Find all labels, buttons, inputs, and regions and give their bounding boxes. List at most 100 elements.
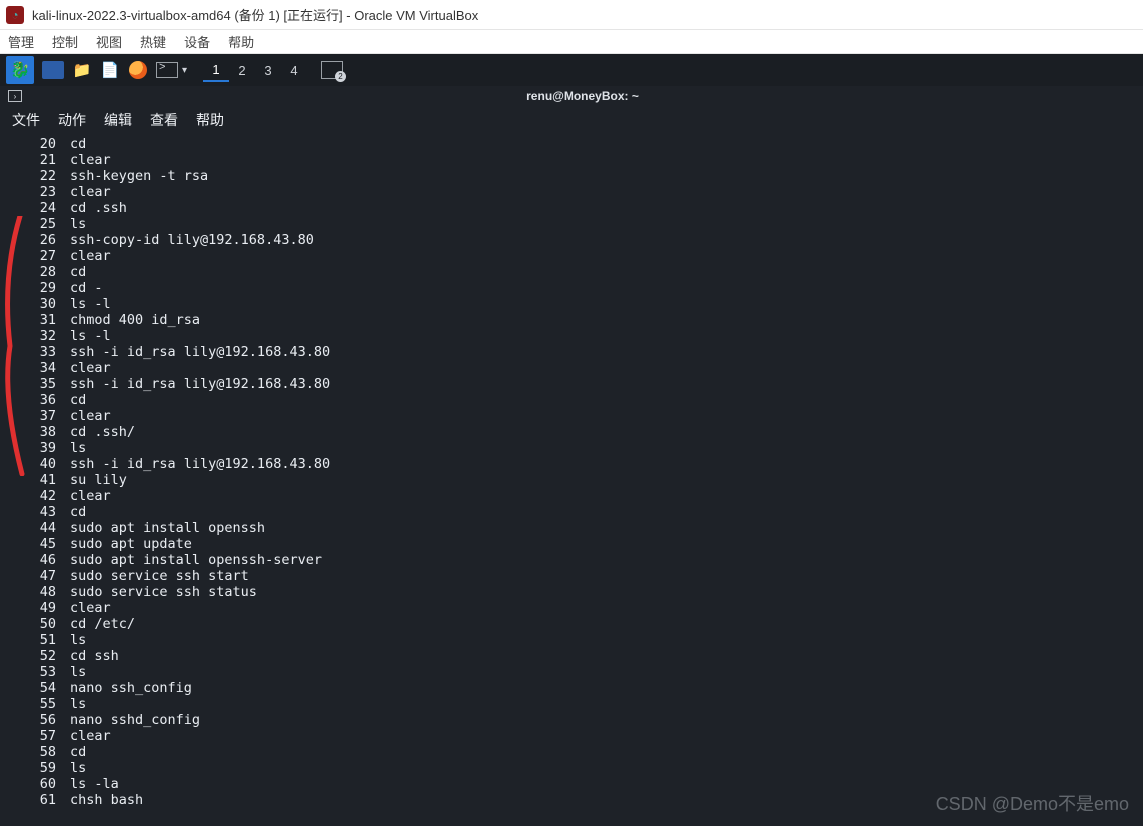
history-command: ls — [70, 664, 86, 680]
history-command: sudo service ssh start — [70, 568, 249, 584]
terminal-menu-edit[interactable]: 编辑 — [104, 110, 132, 130]
history-line-number: 45 — [28, 536, 56, 552]
history-command: sudo apt install openssh-server — [70, 552, 322, 568]
vbox-menu-bar: 管理 控制 视图 热键 设备 帮助 — [0, 30, 1143, 54]
history-line: 61chsh bash — [28, 792, 1143, 808]
terminal-window: › renu@MoneyBox: ~ 文件 动作 编辑 查看 帮助 20cd21… — [0, 86, 1143, 826]
vbox-title-bar: kali-linux-2022.3-virtualbox-amd64 (备份 1… — [0, 0, 1143, 30]
history-command: cd — [70, 504, 86, 520]
vbox-menu-help[interactable]: 帮助 — [228, 32, 254, 51]
history-line-number: 48 — [28, 584, 56, 600]
history-command: ssh-keygen -t rsa — [70, 168, 208, 184]
history-line: 55ls — [28, 696, 1143, 712]
record-badge: 2 — [335, 71, 346, 82]
vbox-menu-devices[interactable]: 设备 — [184, 32, 210, 51]
history-line-number: 49 — [28, 600, 56, 616]
history-line-number: 51 — [28, 632, 56, 648]
kali-menu-icon[interactable]: 🐉 — [6, 56, 34, 84]
history-command: cd .ssh — [70, 200, 127, 216]
history-line: 45 sudo apt update — [28, 536, 1143, 552]
history-command: nano sshd_config — [70, 712, 200, 728]
history-line-number: 57 — [28, 728, 56, 744]
history-line-number: 37 — [28, 408, 56, 424]
history-line-number: 47 — [28, 568, 56, 584]
terminal-menu-help[interactable]: 帮助 — [196, 110, 224, 130]
history-command: ls — [70, 632, 86, 648]
history-line: 29cd - — [28, 280, 1143, 296]
history-line: 49 clear — [28, 600, 1143, 616]
history-line: 60ls -la — [28, 776, 1143, 792]
history-command: ls — [70, 216, 86, 232]
history-line: 34clear — [28, 360, 1143, 376]
vbox-menu-control[interactable]: 控制 — [52, 32, 78, 51]
history-line: 28cd — [28, 264, 1143, 280]
history-line: 39ls — [28, 440, 1143, 456]
show-desktop-icon[interactable] — [42, 61, 64, 79]
file-manager-icon[interactable]: 📁 — [68, 56, 96, 84]
history-command: clear — [70, 184, 111, 200]
history-command: clear — [70, 152, 111, 168]
history-line: 56nano sshd_config — [28, 712, 1143, 728]
terminal-menu-view[interactable]: 查看 — [150, 110, 178, 130]
vbox-menu-view[interactable]: 视图 — [96, 32, 122, 51]
history-line: 36 cd — [28, 392, 1143, 408]
terminal-body[interactable]: 20cd21clear22ssh-keygen -t rsa23clear24c… — [0, 134, 1143, 808]
history-line-number: 46 — [28, 552, 56, 568]
history-line-number: 31 — [28, 312, 56, 328]
history-command: clear — [70, 728, 111, 744]
vbox-menu-hotkey[interactable]: 热键 — [140, 32, 166, 51]
history-command: cd — [70, 392, 86, 408]
history-line: 30ls -l — [28, 296, 1143, 312]
vbox-menu-manage[interactable]: 管理 — [8, 32, 34, 51]
workspace-3[interactable]: 3 — [255, 58, 281, 82]
firefox-icon[interactable] — [124, 56, 152, 84]
history-line-number: 59 — [28, 760, 56, 776]
workspace-2[interactable]: 2 — [229, 58, 255, 82]
history-line-number: 55 — [28, 696, 56, 712]
history-line: 59 ls — [28, 760, 1143, 776]
history-line-number: 32 — [28, 328, 56, 344]
vbox-window-title: kali-linux-2022.3-virtualbox-amd64 (备份 1… — [32, 5, 478, 24]
history-line: 52cd ssh — [28, 648, 1143, 664]
workspace-1[interactable]: 1 — [203, 58, 229, 82]
history-line-number: 21 — [28, 152, 56, 168]
history-command: sudo apt install openssh — [70, 520, 265, 536]
history-command: ssh -i id_rsa lily@192.168.43.80 — [70, 344, 330, 360]
history-command: ssh -i id_rsa lily@192.168.43.80 — [70, 456, 330, 472]
history-line: 31 chmod 400 id_rsa — [28, 312, 1143, 328]
history-line: 33 ssh -i id_rsa lily@192.168.43.80 — [28, 344, 1143, 360]
workspace-4[interactable]: 4 — [281, 58, 307, 82]
terminal-menu-action[interactable]: 动作 — [58, 110, 86, 130]
history-command: sudo apt update — [70, 536, 192, 552]
history-command: ls — [70, 760, 86, 776]
history-line: 58cd — [28, 744, 1143, 760]
history-command: cd — [70, 136, 86, 152]
history-line-number: 35 — [28, 376, 56, 392]
terminal-launcher-chevron-icon[interactable]: ▾ — [182, 56, 193, 84]
history-command: cd — [70, 744, 86, 760]
history-line-number: 36 — [28, 392, 56, 408]
history-line: 48sudo service ssh status — [28, 584, 1143, 600]
text-editor-icon[interactable]: 📄 — [96, 56, 124, 84]
history-line-number: 22 — [28, 168, 56, 184]
history-line-number: 42 — [28, 488, 56, 504]
history-command: chsh bash — [70, 792, 143, 808]
history-line: 22 ssh-keygen -t rsa — [28, 168, 1143, 184]
history-line-number: 27 — [28, 248, 56, 264]
history-line-number: 52 — [28, 648, 56, 664]
history-line-number: 41 — [28, 472, 56, 488]
history-line: 47 sudo service ssh start — [28, 568, 1143, 584]
history-line-number: 33 — [28, 344, 56, 360]
history-line: 54nano ssh_config — [28, 680, 1143, 696]
terminal-launcher-icon[interactable] — [152, 56, 182, 84]
history-command: clear — [70, 600, 111, 616]
terminal-menu-file[interactable]: 文件 — [12, 110, 40, 130]
history-line-number: 26 — [28, 232, 56, 248]
history-command: ls -l — [70, 328, 111, 344]
history-line: 24cd .ssh — [28, 200, 1143, 216]
history-command: clear — [70, 360, 111, 376]
history-line: 51 ls — [28, 632, 1143, 648]
screen-record-icon[interactable]: 2 — [321, 61, 343, 79]
history-command: ssh -i id_rsa lily@192.168.43.80 — [70, 376, 330, 392]
history-command: chmod 400 id_rsa — [70, 312, 200, 328]
